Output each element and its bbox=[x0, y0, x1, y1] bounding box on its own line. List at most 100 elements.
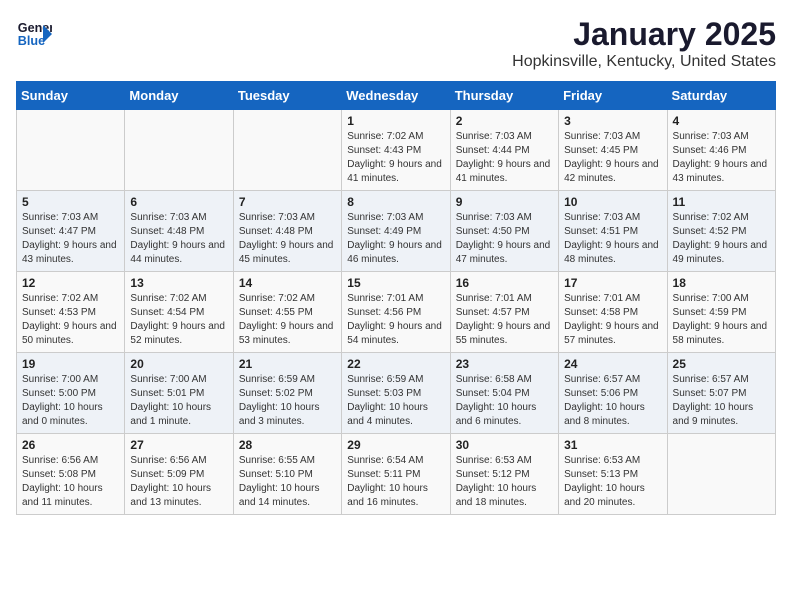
calendar-cell: 26 Sunrise: 6:56 AM Sunset: 5:08 PM Dayli… bbox=[17, 434, 125, 515]
calendar-title: January 2025 bbox=[512, 16, 776, 53]
calendar-cell: 5Sunrise: 7:03 AM Sunset: 4:47 PM Daylig… bbox=[17, 191, 125, 272]
calendar-table: Sunday Monday Tuesday Wednesday Thursday… bbox=[16, 81, 776, 515]
day-info: Sunrise: 6:57 AM Sunset: 5:07 PM Dayligh… bbox=[673, 373, 770, 429]
day-info: Sunrise: 7:02 AM Sunset: 4:52 PM Dayligh… bbox=[673, 211, 770, 267]
calendar-cell: 2Sunrise: 7:03 AM Sunset: 4:44 PM Daylig… bbox=[450, 110, 558, 191]
day-number: 28 bbox=[239, 438, 336, 452]
col-friday: Friday bbox=[559, 82, 667, 110]
day-info: Sunrise: 6:59 AM Sunset: 5:02 PM Dayligh… bbox=[239, 373, 336, 429]
day-number: 9 bbox=[456, 195, 553, 209]
day-number: 14 bbox=[239, 276, 336, 290]
calendar-cell: 13 Sunrise: 7:02 AM Sunset: 4:54 PM Dayli… bbox=[125, 272, 233, 353]
week-row-1: 1 Sunrise: 7:02 AM Sunset: 4:43 PM Daylig… bbox=[17, 110, 776, 191]
calendar-cell: 3 Sunrise: 7:03 AM Sunset: 4:45 PM Daylig… bbox=[559, 110, 667, 191]
calendar-body: 1 Sunrise: 7:02 AM Sunset: 4:43 PM Daylig… bbox=[17, 110, 776, 515]
calendar-cell: 4 Sunrise: 7:03 AM Sunset: 4:46 PM Daylig… bbox=[667, 110, 775, 191]
day-number: 1 bbox=[347, 114, 444, 128]
calendar-cell: 11 Sunrise: 7:02 AM Sunset: 4:52 PM Dayli… bbox=[667, 191, 775, 272]
calendar-cell: 18 Sunrise: 7:00 AM Sunset: 4:59 PM Dayli… bbox=[667, 272, 775, 353]
day-info: Sunrise: 7:03 AM Sunset: 4:45 PM Dayligh… bbox=[564, 130, 661, 186]
calendar-cell: 19 Sunrise: 7:00 AM Sunset: 5:00 PM Dayli… bbox=[17, 353, 125, 434]
week-row-2: 5Sunrise: 7:03 AM Sunset: 4:47 PM Daylig… bbox=[17, 191, 776, 272]
day-info: Sunrise: 6:53 AM Sunset: 5:12 PM Dayligh… bbox=[456, 454, 553, 510]
day-info: Sunrise: 6:58 AM Sunset: 5:04 PM Dayligh… bbox=[456, 373, 553, 429]
day-info: Sunrise: 7:03 AM Sunset: 4:51 PM Dayligh… bbox=[564, 211, 661, 267]
svg-text:Blue: Blue bbox=[18, 34, 45, 48]
calendar-cell bbox=[667, 434, 775, 515]
day-info: Sunrise: 7:03 AM Sunset: 4:46 PM Dayligh… bbox=[673, 130, 770, 186]
day-number: 3 bbox=[564, 114, 661, 128]
day-number: 4 bbox=[673, 114, 770, 128]
day-info: Sunrise: 6:56 AM Sunset: 5:09 PM Dayligh… bbox=[130, 454, 227, 510]
calendar-cell: 22 Sunrise: 6:59 AM Sunset: 5:03 PM Dayli… bbox=[342, 353, 450, 434]
calendar-cell: 20 Sunrise: 7:00 AM Sunset: 5:01 PM Dayli… bbox=[125, 353, 233, 434]
day-number: 19 bbox=[22, 357, 119, 371]
col-thursday: Thursday bbox=[450, 82, 558, 110]
day-info: Sunrise: 7:01 AM Sunset: 4:58 PM Dayligh… bbox=[564, 292, 661, 348]
day-number: 17 bbox=[564, 276, 661, 290]
col-saturday: Saturday bbox=[667, 82, 775, 110]
calendar-cell bbox=[17, 110, 125, 191]
day-info: Sunrise: 7:00 AM Sunset: 5:00 PM Dayligh… bbox=[22, 373, 119, 429]
day-info: Sunrise: 6:56 AM Sunset: 5:08 PM Dayligh… bbox=[22, 454, 119, 510]
day-number: 27 bbox=[130, 438, 227, 452]
calendar-cell bbox=[233, 110, 341, 191]
day-info: Sunrise: 6:53 AM Sunset: 5:13 PM Dayligh… bbox=[564, 454, 661, 510]
day-number: 30 bbox=[456, 438, 553, 452]
day-number: 29 bbox=[347, 438, 444, 452]
day-number: 25 bbox=[673, 357, 770, 371]
day-number: 22 bbox=[347, 357, 444, 371]
calendar-cell: 9 Sunrise: 7:03 AM Sunset: 4:50 PM Daylig… bbox=[450, 191, 558, 272]
calendar-subtitle: Hopkinsville, Kentucky, United States bbox=[512, 53, 776, 71]
day-info: Sunrise: 7:00 AM Sunset: 4:59 PM Dayligh… bbox=[673, 292, 770, 348]
day-number: 23 bbox=[456, 357, 553, 371]
header-row: Sunday Monday Tuesday Wednesday Thursday… bbox=[17, 82, 776, 110]
calendar-cell: 30 Sunrise: 6:53 AM Sunset: 5:12 PM Dayli… bbox=[450, 434, 558, 515]
calendar-cell: 14Sunrise: 7:02 AM Sunset: 4:55 PM Dayli… bbox=[233, 272, 341, 353]
calendar-cell: 25 Sunrise: 6:57 AM Sunset: 5:07 PM Dayli… bbox=[667, 353, 775, 434]
calendar-cell: 17 Sunrise: 7:01 AM Sunset: 4:58 PM Dayli… bbox=[559, 272, 667, 353]
day-number: 7 bbox=[239, 195, 336, 209]
day-info: Sunrise: 7:03 AM Sunset: 4:47 PM Dayligh… bbox=[22, 211, 119, 267]
week-row-3: 12 Sunrise: 7:02 AM Sunset: 4:53 PM Dayli… bbox=[17, 272, 776, 353]
day-number: 13 bbox=[130, 276, 227, 290]
day-info: Sunrise: 7:02 AM Sunset: 4:54 PM Dayligh… bbox=[130, 292, 227, 348]
title-area: January 2025 Hopkinsville, Kentucky, Uni… bbox=[512, 16, 776, 71]
calendar-cell: 27 Sunrise: 6:56 AM Sunset: 5:09 PM Dayli… bbox=[125, 434, 233, 515]
day-number: 18 bbox=[673, 276, 770, 290]
day-info: Sunrise: 7:01 AM Sunset: 4:56 PM Dayligh… bbox=[347, 292, 444, 348]
week-row-4: 19 Sunrise: 7:00 AM Sunset: 5:00 PM Dayli… bbox=[17, 353, 776, 434]
day-info: Sunrise: 7:02 AM Sunset: 4:43 PM Dayligh… bbox=[347, 130, 444, 186]
day-info: Sunrise: 7:03 AM Sunset: 4:48 PM Dayligh… bbox=[239, 211, 336, 267]
day-info: Sunrise: 7:00 AM Sunset: 5:01 PM Dayligh… bbox=[130, 373, 227, 429]
day-info: Sunrise: 6:54 AM Sunset: 5:11 PM Dayligh… bbox=[347, 454, 444, 510]
day-number: 10 bbox=[564, 195, 661, 209]
calendar-cell: 31 Sunrise: 6:53 AM Sunset: 5:13 PM Dayli… bbox=[559, 434, 667, 515]
day-info: Sunrise: 7:03 AM Sunset: 4:49 PM Dayligh… bbox=[347, 211, 444, 267]
day-info: Sunrise: 7:01 AM Sunset: 4:57 PM Dayligh… bbox=[456, 292, 553, 348]
col-tuesday: Tuesday bbox=[233, 82, 341, 110]
col-sunday: Sunday bbox=[17, 82, 125, 110]
calendar-cell: 15Sunrise: 7:01 AM Sunset: 4:56 PM Dayli… bbox=[342, 272, 450, 353]
day-number: 24 bbox=[564, 357, 661, 371]
day-info: Sunrise: 7:03 AM Sunset: 4:44 PM Dayligh… bbox=[456, 130, 553, 186]
page-header: General Blue January 2025 Hopkinsville, … bbox=[16, 16, 776, 71]
calendar-cell: 23 Sunrise: 6:58 AM Sunset: 5:04 PM Dayli… bbox=[450, 353, 558, 434]
calendar-cell: 1 Sunrise: 7:02 AM Sunset: 4:43 PM Daylig… bbox=[342, 110, 450, 191]
calendar-cell: 21Sunrise: 6:59 AM Sunset: 5:02 PM Dayli… bbox=[233, 353, 341, 434]
logo-icon: General Blue bbox=[16, 16, 52, 52]
day-number: 12 bbox=[22, 276, 119, 290]
day-number: 31 bbox=[564, 438, 661, 452]
day-number: 20 bbox=[130, 357, 227, 371]
calendar-cell: 24Sunrise: 6:57 AM Sunset: 5:06 PM Dayli… bbox=[559, 353, 667, 434]
day-info: Sunrise: 6:59 AM Sunset: 5:03 PM Dayligh… bbox=[347, 373, 444, 429]
col-monday: Monday bbox=[125, 82, 233, 110]
day-number: 26 bbox=[22, 438, 119, 452]
calendar-cell: 10 Sunrise: 7:03 AM Sunset: 4:51 PM Dayli… bbox=[559, 191, 667, 272]
calendar-cell: 7 Sunrise: 7:03 AM Sunset: 4:48 PM Daylig… bbox=[233, 191, 341, 272]
day-number: 11 bbox=[673, 195, 770, 209]
calendar-cell: 29 Sunrise: 6:54 AM Sunset: 5:11 PM Dayli… bbox=[342, 434, 450, 515]
day-info: Sunrise: 7:03 AM Sunset: 4:50 PM Dayligh… bbox=[456, 211, 553, 267]
day-info: Sunrise: 7:02 AM Sunset: 4:53 PM Dayligh… bbox=[22, 292, 119, 348]
calendar-cell: 12 Sunrise: 7:02 AM Sunset: 4:53 PM Dayli… bbox=[17, 272, 125, 353]
